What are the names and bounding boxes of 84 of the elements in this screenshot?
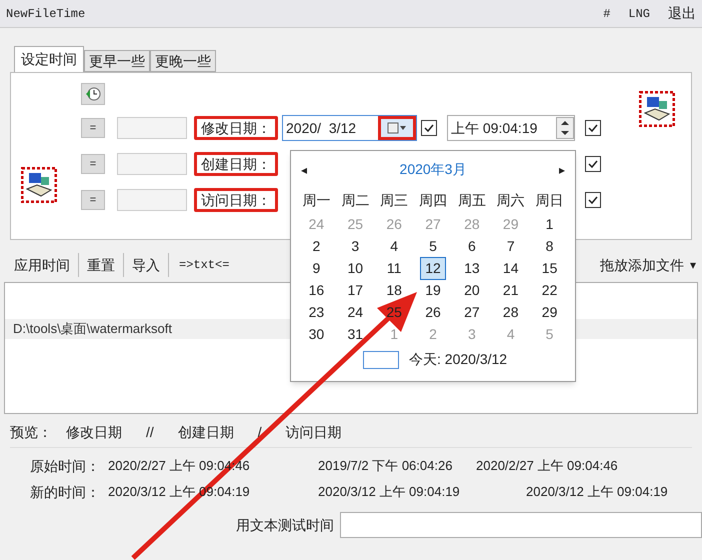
toolbar-button[interactable]: =>txt<=	[169, 256, 240, 274]
calendar-day[interactable]: 9	[308, 258, 326, 278]
equals-button[interactable]: =	[81, 118, 105, 138]
input-field[interactable]	[117, 153, 187, 175]
time-value: 2020/3/12 上午 09:04:19	[318, 483, 461, 502]
calendar-day[interactable]: 2	[308, 236, 326, 256]
calendar-day[interactable]: 7	[502, 236, 520, 256]
weekday-label: 周二	[340, 191, 370, 210]
preview-column: /	[258, 422, 262, 443]
weekday-label: 周三	[379, 191, 410, 210]
check-icon	[587, 122, 599, 134]
input-field[interactable]	[340, 512, 702, 538]
toolbar-button[interactable]: 重置	[79, 254, 123, 276]
calendar-day[interactable]: 14	[498, 258, 524, 278]
calendar-day[interactable]: 8	[540, 236, 558, 256]
menu-item[interactable]: #	[603, 4, 610, 22]
calendar-day[interactable]: 16	[304, 280, 330, 300]
calendar-day[interactable]: 11	[382, 258, 406, 278]
calendar-day[interactable]: 10	[342, 258, 368, 278]
clock-button[interactable]	[81, 83, 105, 105]
toolbar-button[interactable]: 应用时间	[6, 254, 78, 276]
time-value: 2020/3/12 上午 09:04:19	[526, 483, 668, 502]
calendar-day[interactable]: 6	[462, 236, 481, 256]
previous-month-button[interactable]: ◂	[301, 160, 307, 178]
equals-button[interactable]: =	[81, 154, 105, 174]
calendar-day[interactable]: 1	[540, 214, 558, 234]
test-field-label: 用文本测试时间	[236, 516, 334, 534]
field-label: 访问日期：	[194, 188, 278, 212]
weekday-label: 周四	[418, 191, 448, 210]
time-value: 2020/2/27 上午 09:04:46	[476, 457, 618, 476]
calendar-day[interactable]: 17	[342, 280, 368, 300]
drop-add-files-button[interactable]: 拖放添加文件 ▾	[600, 254, 696, 276]
time-value: 2019/7/2 下午 06:04:26	[318, 457, 454, 476]
equals-button[interactable]: =	[81, 190, 105, 210]
calendar-day[interactable]: 21	[498, 280, 524, 300]
weekday-label: 周五	[456, 191, 487, 210]
preview-column: 创建日期	[178, 422, 234, 443]
preview-label: 预览：	[10, 423, 52, 442]
calendar-day[interactable]: 12	[420, 256, 446, 280]
calendar-caret-icon	[387, 122, 407, 134]
checkbox[interactable]	[421, 120, 437, 136]
input-field[interactable]	[117, 117, 187, 139]
tab[interactable]: 更早一些	[84, 50, 150, 72]
calendar-day[interactable]: 19	[420, 280, 446, 300]
preview-column: //	[146, 422, 154, 443]
clock-icon	[85, 86, 101, 102]
checkbox[interactable]	[585, 192, 601, 208]
calendar-day[interactable]: 3	[346, 236, 364, 256]
field-label: 创建日期：	[194, 152, 278, 176]
input-field[interactable]	[117, 189, 187, 211]
row-label: 新的时间：	[30, 482, 101, 502]
month-title[interactable]: 2020年3月	[400, 159, 466, 180]
tab[interactable]: 设定时间	[14, 46, 84, 72]
checkbox[interactable]	[585, 120, 601, 136]
calendar-day[interactable]: 18	[381, 280, 407, 300]
weekday-label: 周日	[534, 191, 565, 210]
toolbar-button[interactable]: 导入	[124, 254, 168, 276]
calendar-day[interactable]: 13	[459, 258, 485, 278]
date-picker[interactable]: 2020/ 3/12	[282, 115, 417, 141]
check-icon	[423, 122, 435, 134]
check-icon	[587, 158, 599, 170]
calendar-day[interactable]: 22	[536, 280, 562, 300]
check-icon	[587, 194, 599, 206]
calendar-day[interactable]: 15	[536, 258, 562, 278]
calendar-day[interactable]: 5	[424, 236, 442, 256]
preview-column: 访问日期	[286, 422, 342, 443]
weekday-label: 周一	[301, 191, 332, 210]
menu-item[interactable]: LNG	[628, 4, 650, 22]
today-link[interactable]: 今天: 2020/3/12	[409, 349, 508, 370]
calendar-button[interactable]	[378, 116, 416, 140]
menu-item[interactable]: 退出	[668, 3, 696, 24]
calendar-day[interactable]: 20	[459, 280, 485, 300]
weekday-label: 周六	[496, 191, 526, 210]
calendar-day[interactable]: 4	[385, 236, 404, 256]
time-field[interactable]: 上午 09:04:19	[447, 115, 575, 141]
preview-column: 修改日期	[66, 422, 122, 443]
today-marker	[363, 350, 399, 368]
next-month-button[interactable]: ▸	[559, 160, 565, 178]
checkbox[interactable]	[585, 156, 601, 172]
field-label: 修改日期：	[194, 116, 278, 140]
row-label: 原始时间：	[30, 456, 101, 476]
tab[interactable]: 更晚一些	[150, 50, 216, 72]
spinner-icon	[556, 117, 574, 139]
window-title: NewFileTime	[6, 6, 86, 22]
